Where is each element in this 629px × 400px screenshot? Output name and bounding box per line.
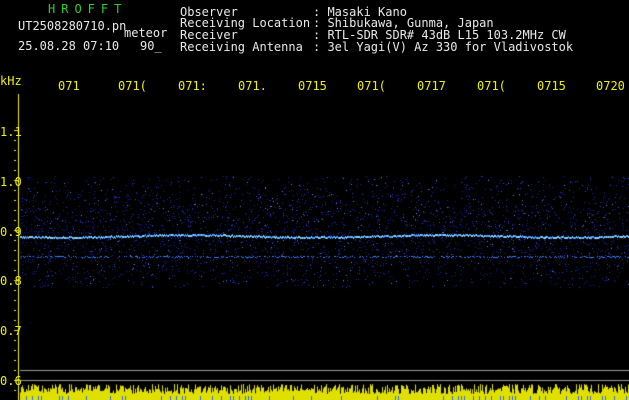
app-brand: HROFFT <box>48 2 128 16</box>
hrofft-window: HROFFT UT2508280710.pn meteor 25.08.28 0… <box>0 0 629 400</box>
freq-tick: 0.8 <box>0 274 22 288</box>
waterfall-spectrogram <box>0 0 629 400</box>
time-tick: 071( <box>477 79 506 93</box>
freq-tick: 1.1 <box>0 125 22 139</box>
time-tick: 071. <box>238 79 267 93</box>
freq-tick: 0.7 <box>0 324 22 338</box>
freq-tick: 0.6 <box>0 374 22 388</box>
time-tick: 071( <box>357 79 386 93</box>
freq-tick: 1.0 <box>0 175 22 189</box>
datetime: 25.08.28 07:10 <box>18 39 120 53</box>
time-tick: 071 <box>58 79 80 93</box>
freq-unit-label: kHz <box>0 74 22 88</box>
filename: UT2508280710.pn <box>18 19 127 33</box>
time-tick: 0715 <box>298 79 327 93</box>
antenna-label: Receiving Antenna <box>180 40 303 54</box>
time-tick: 071( <box>118 79 147 93</box>
time-tick: 071: <box>178 79 207 93</box>
antenna-value: : 3el Yagi(V) Az 330 for Vladivostok <box>313 40 574 54</box>
time-tick: 0715 <box>537 79 566 93</box>
time-tick: 0717 <box>417 79 446 93</box>
time-tick: 0720 <box>596 79 625 93</box>
interval: 90_ <box>140 39 162 53</box>
freq-tick: 0.9 <box>0 225 22 239</box>
mode-label: meteor <box>124 26 168 40</box>
